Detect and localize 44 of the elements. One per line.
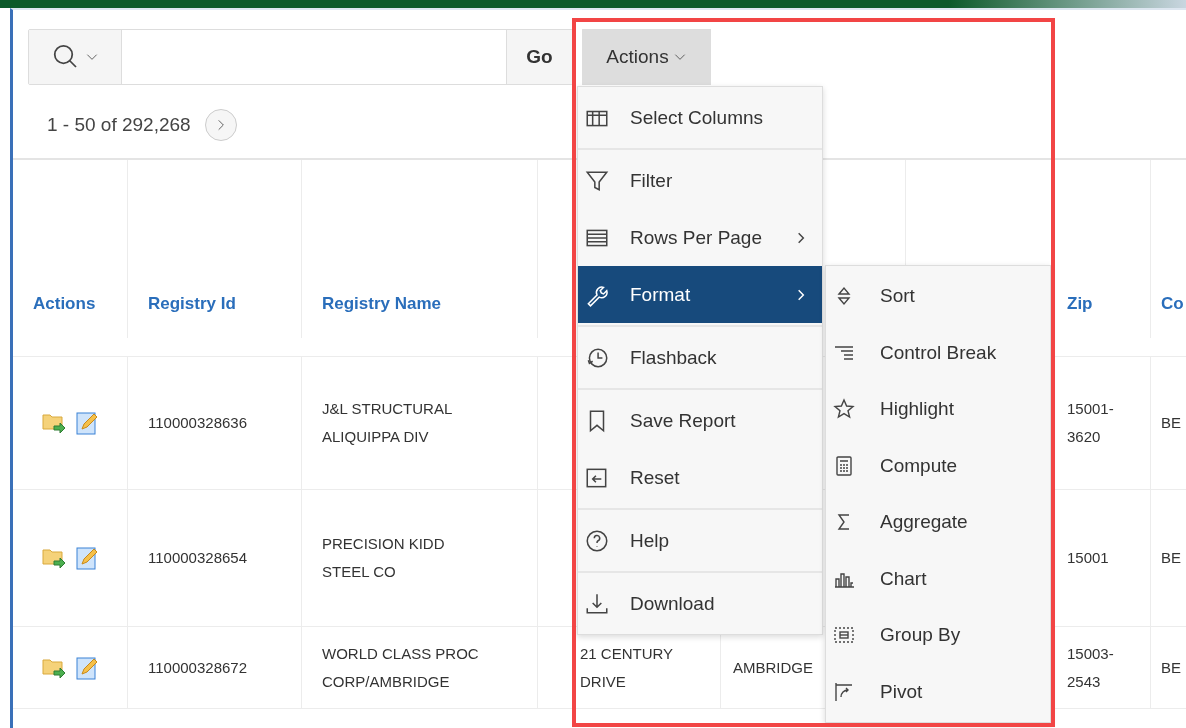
column-header[interactable]: Co (1161, 290, 1184, 318)
menu-item[interactable]: Group By (826, 607, 1050, 664)
menu-item[interactable]: Download (578, 575, 822, 632)
table-cell-text: WORLD CLASS PROC CORP/AMBRIDGE (322, 643, 480, 692)
table-cell-text: BE (1161, 548, 1181, 568)
menu-item[interactable]: Highlight (826, 381, 1050, 438)
column-header[interactable]: Actions (33, 290, 96, 318)
menu-item[interactable]: Reset (578, 449, 822, 506)
column-header[interactable]: Registry Name (322, 290, 442, 318)
column-header[interactable]: Registry Id (148, 290, 236, 318)
edit-icon[interactable] (75, 654, 99, 681)
edit-icon[interactable] (75, 410, 99, 436)
menu-item[interactable]: Format (578, 266, 822, 323)
menu-item[interactable]: Save Report (578, 392, 822, 449)
menu-item[interactable]: Pivot (826, 663, 1050, 720)
actions-button[interactable]: Actions (582, 29, 711, 85)
table-cell-text: J&L STRUCTURAL ALIQUIPPA DIV (322, 399, 453, 447)
table-cell-text: BE (1161, 657, 1181, 678)
menu-item[interactable]: Rows Per Page (578, 209, 822, 266)
table-cell-text: 15001 (1067, 548, 1109, 568)
table-cell-text: AMBRIDGE (733, 657, 813, 678)
menu-item[interactable]: Sort (826, 268, 1050, 325)
next-page-button[interactable] (204, 109, 237, 141)
menu-item[interactable]: Aggregate (826, 494, 1050, 551)
table-cell-text: 15003-2543 (1067, 643, 1115, 692)
folder-arrow-icon[interactable] (41, 546, 67, 570)
edit-icon[interactable] (75, 545, 99, 571)
menu-item[interactable]: Compute (826, 437, 1050, 494)
table-cell-text: BE (1161, 413, 1181, 433)
table-cell-text: 110000328654 (148, 548, 247, 568)
table-cell-text: PRECISION KIDD STEEL CO (322, 534, 446, 582)
column-header[interactable]: Zip (1067, 290, 1093, 318)
table-cell-text: 110000328636 (148, 413, 247, 433)
table-cell-text: 21 CENTURY DRIVE (580, 643, 674, 692)
menu-item[interactable]: Flashback (578, 329, 822, 386)
menu-item[interactable]: Select Columns (578, 89, 822, 146)
menu-item[interactable]: Help (578, 512, 822, 569)
folder-arrow-icon[interactable] (41, 411, 67, 435)
menu-item[interactable]: Filter (578, 152, 822, 209)
menu-item[interactable]: Control Break (826, 324, 1050, 381)
menu-item[interactable]: Chart (826, 550, 1050, 607)
pagination-range: 1 - 50 of 292,268 (47, 114, 191, 136)
table-cell-text: 15001-3620 (1067, 399, 1115, 447)
table-cell-text: 110000328672 (148, 657, 247, 678)
